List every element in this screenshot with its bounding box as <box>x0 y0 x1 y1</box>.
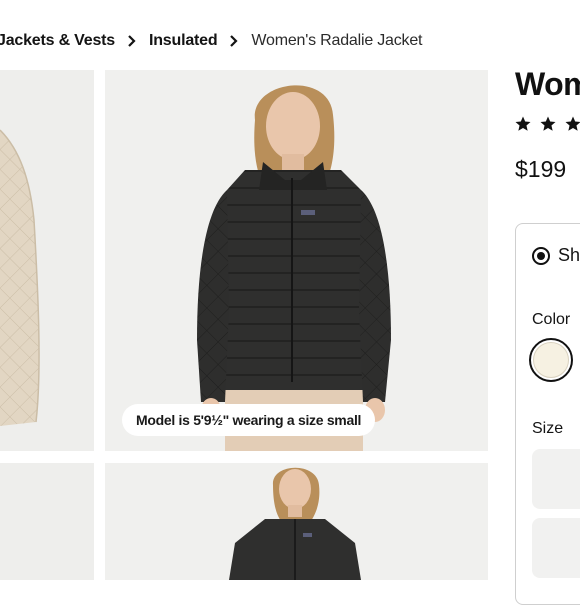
model-size-caption: Model is 5'9½" wearing a size small <box>122 404 376 436</box>
chevron-right-icon <box>115 35 149 47</box>
shipping-option-label: Sh <box>558 245 580 265</box>
radio-selected-icon[interactable] <box>532 246 550 265</box>
size-option-button[interactable] <box>532 449 580 509</box>
model-full-body-image <box>229 467 361 580</box>
chevron-right-icon <box>217 35 251 47</box>
color-swatch-selected[interactable] <box>529 338 573 382</box>
jacket-natural-image <box>0 129 40 426</box>
breadcrumb: Jackets & Vests Insulated Women's Radali… <box>0 28 580 54</box>
shipping-option[interactable]: Sh <box>532 245 580 266</box>
color-swatch-fill <box>533 342 569 378</box>
star-icon <box>565 116 580 131</box>
size-label: Size <box>532 420 564 437</box>
breadcrumb-insulated[interactable]: Insulated <box>149 32 218 50</box>
star-icon <box>540 116 556 131</box>
rating-stars[interactable] <box>514 115 580 133</box>
size-option-button[interactable] <box>532 518 580 578</box>
product-image-main[interactable]: Model is 5'9½" wearing a size small <box>105 70 488 451</box>
breadcrumb-current-page: Women's Radalie Jacket <box>251 32 423 49</box>
color-label: Color <box>532 311 571 328</box>
model-black-jacket-image <box>197 85 391 451</box>
breadcrumb-jackets-vests[interactable]: Jackets & Vests <box>0 32 115 50</box>
product-title: Wom <box>515 66 580 102</box>
product-image-secondary[interactable] <box>105 463 488 580</box>
star-icon <box>515 116 531 131</box>
product-price: $199 <box>515 156 567 182</box>
product-image-thumb-left[interactable] <box>0 463 94 580</box>
product-image-natural[interactable] <box>0 70 94 451</box>
